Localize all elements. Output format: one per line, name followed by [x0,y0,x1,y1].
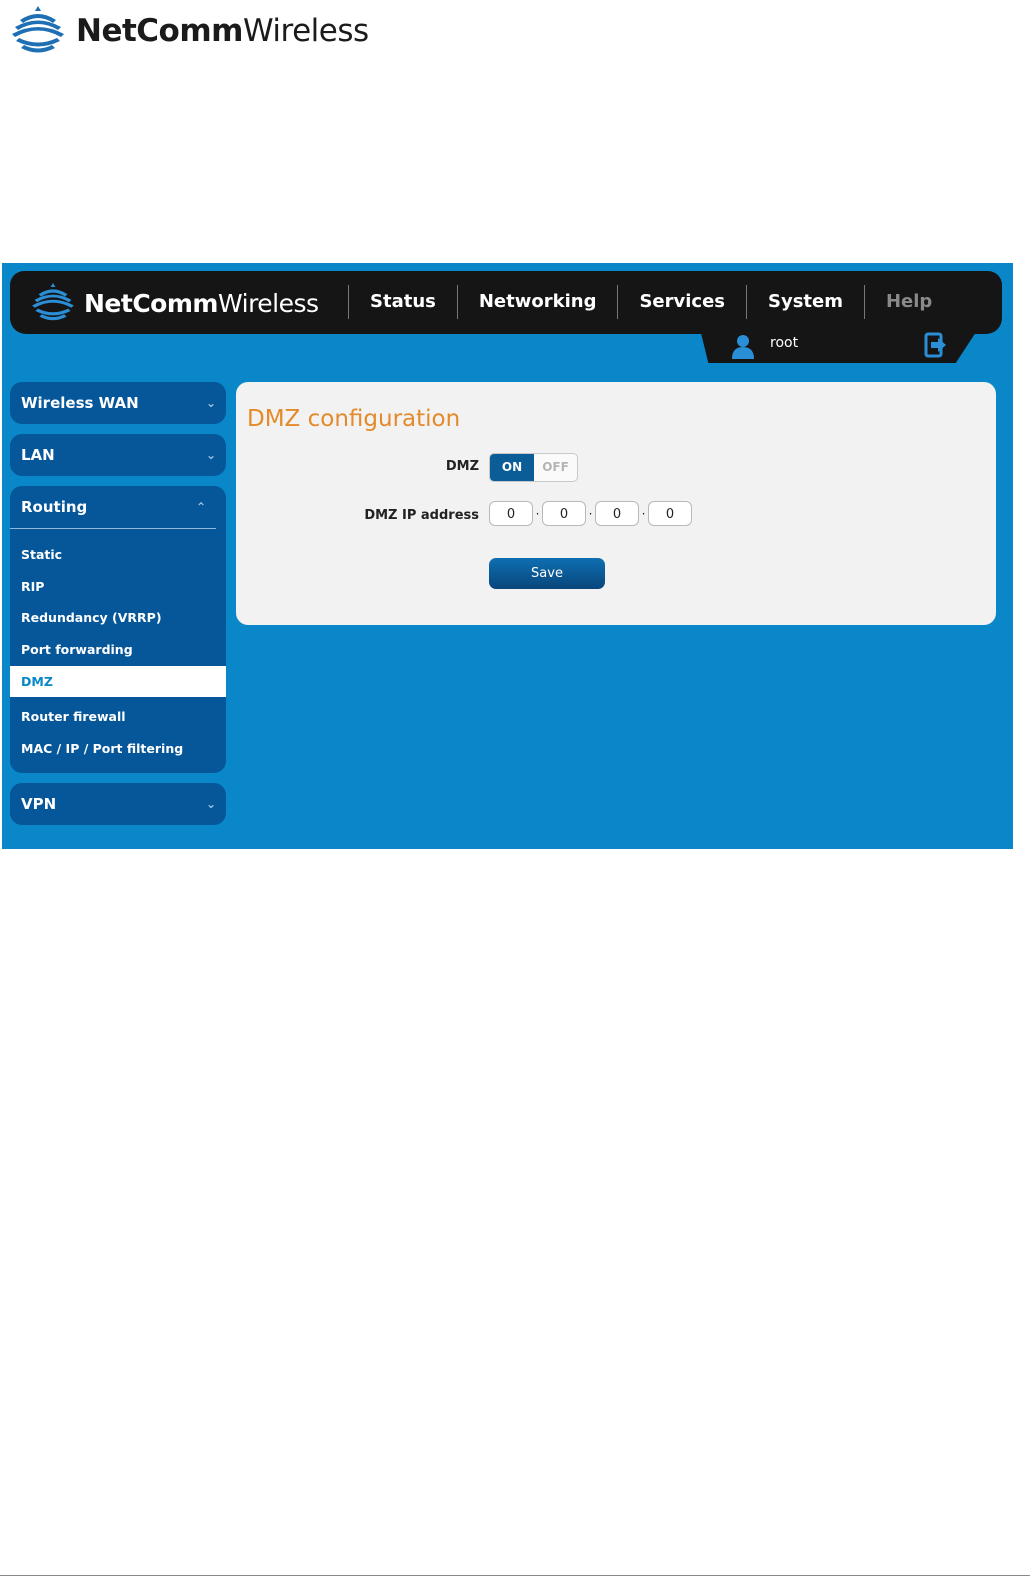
sidebar-item-redundancy[interactable]: Redundancy (VRRP) [10,602,226,634]
toggle-off[interactable]: OFF [534,454,577,481]
document-logo: NetCommWireless [10,6,369,56]
sidebar-item-port-forwarding[interactable]: Port forwarding [10,634,226,666]
chevron-up-icon: ⌃ [195,500,206,514]
menu-header-vpn[interactable]: VPN ⌄ [10,783,226,825]
dmz-ip-label: DMZ IP address [364,508,479,523]
user-tab: root [700,329,978,363]
save-button[interactable]: Save [489,558,605,589]
toggle-on[interactable]: ON [490,454,534,481]
nav-system[interactable]: System [746,285,864,319]
top-bar: NetCommWireless Status Networking Servic… [10,271,1002,334]
user-name: root [770,335,799,351]
dmz-label: DMZ [445,459,479,474]
ip-octet-1[interactable]: 0 [489,501,533,526]
router-ui: NetCommWireless Status Networking Servic… [2,263,1013,849]
sidebar-item-static[interactable]: Static [10,539,226,571]
menu-label: LAN [21,446,55,464]
ip-octet-3[interactable]: 0 [595,501,639,526]
menu-header-lan[interactable]: LAN ⌄ [10,434,226,476]
routing-submenu: Static RIP Redundancy (VRRP) Port forwar… [10,529,226,773]
nav-services[interactable]: Services [617,285,746,319]
ip-separator: · [535,506,540,521]
ip-octet-2[interactable]: 0 [542,501,586,526]
nav-status[interactable]: Status [348,285,457,319]
main-nav: Status Networking Services System Help [348,283,953,321]
sidebar-item-rip[interactable]: RIP [10,571,226,603]
nav-help[interactable]: Help [863,285,953,319]
dmz-toggle[interactable]: ON OFF [489,453,578,482]
menu-vpn: VPN ⌄ [10,782,226,825]
sidebar-item-dmz[interactable]: DMZ [10,665,226,698]
app-logo[interactable]: NetCommWireless [30,283,319,321]
sidebar: Wireless WAN ⌄ LAN ⌄ Routing ⌃ Static RI… [10,382,226,835]
sidebar-item-mac-ip-port-filtering[interactable]: MAC / IP / Port filtering [10,733,226,765]
menu-label: Wireless WAN [21,394,139,412]
menu-header-wireless-wan[interactable]: Wireless WAN ⌄ [10,382,226,424]
wifi-signal-icon [12,6,64,53]
chevron-down-icon: ⌄ [205,796,216,811]
nav-networking[interactable]: Networking [456,285,618,319]
app-brand: NetCommWireless [84,288,319,318]
chevron-down-icon: ⌄ [205,396,216,410]
dmz-ip-input: 0 · 0 · 0 · 0 [489,501,692,526]
wifi-signal-icon [32,283,74,321]
ip-separator: · [641,506,646,521]
menu-wireless-wan: Wireless WAN ⌄ [10,382,226,424]
page-divider [0,1575,1030,1576]
ip-separator: · [588,506,593,521]
menu-header-routing[interactable]: Routing ⌃ [10,486,216,529]
menu-lan: LAN ⌄ [10,434,226,476]
dmz-panel: DMZ configuration DMZ ON OFF DMZ IP addr… [236,382,996,625]
menu-routing: Routing ⌃ Static RIP Redundancy (VRRP) P… [10,486,226,773]
sidebar-item-router-firewall[interactable]: Router firewall [10,701,226,733]
menu-label: VPN [21,794,57,813]
ip-octet-4[interactable]: 0 [648,501,692,526]
logout-icon[interactable] [924,332,948,358]
page-title: DMZ configuration [247,406,461,432]
user-icon [732,335,754,359]
menu-label: Routing [21,498,88,516]
chevron-down-icon: ⌄ [205,448,216,462]
document-brand: NetCommWireless [76,13,369,49]
